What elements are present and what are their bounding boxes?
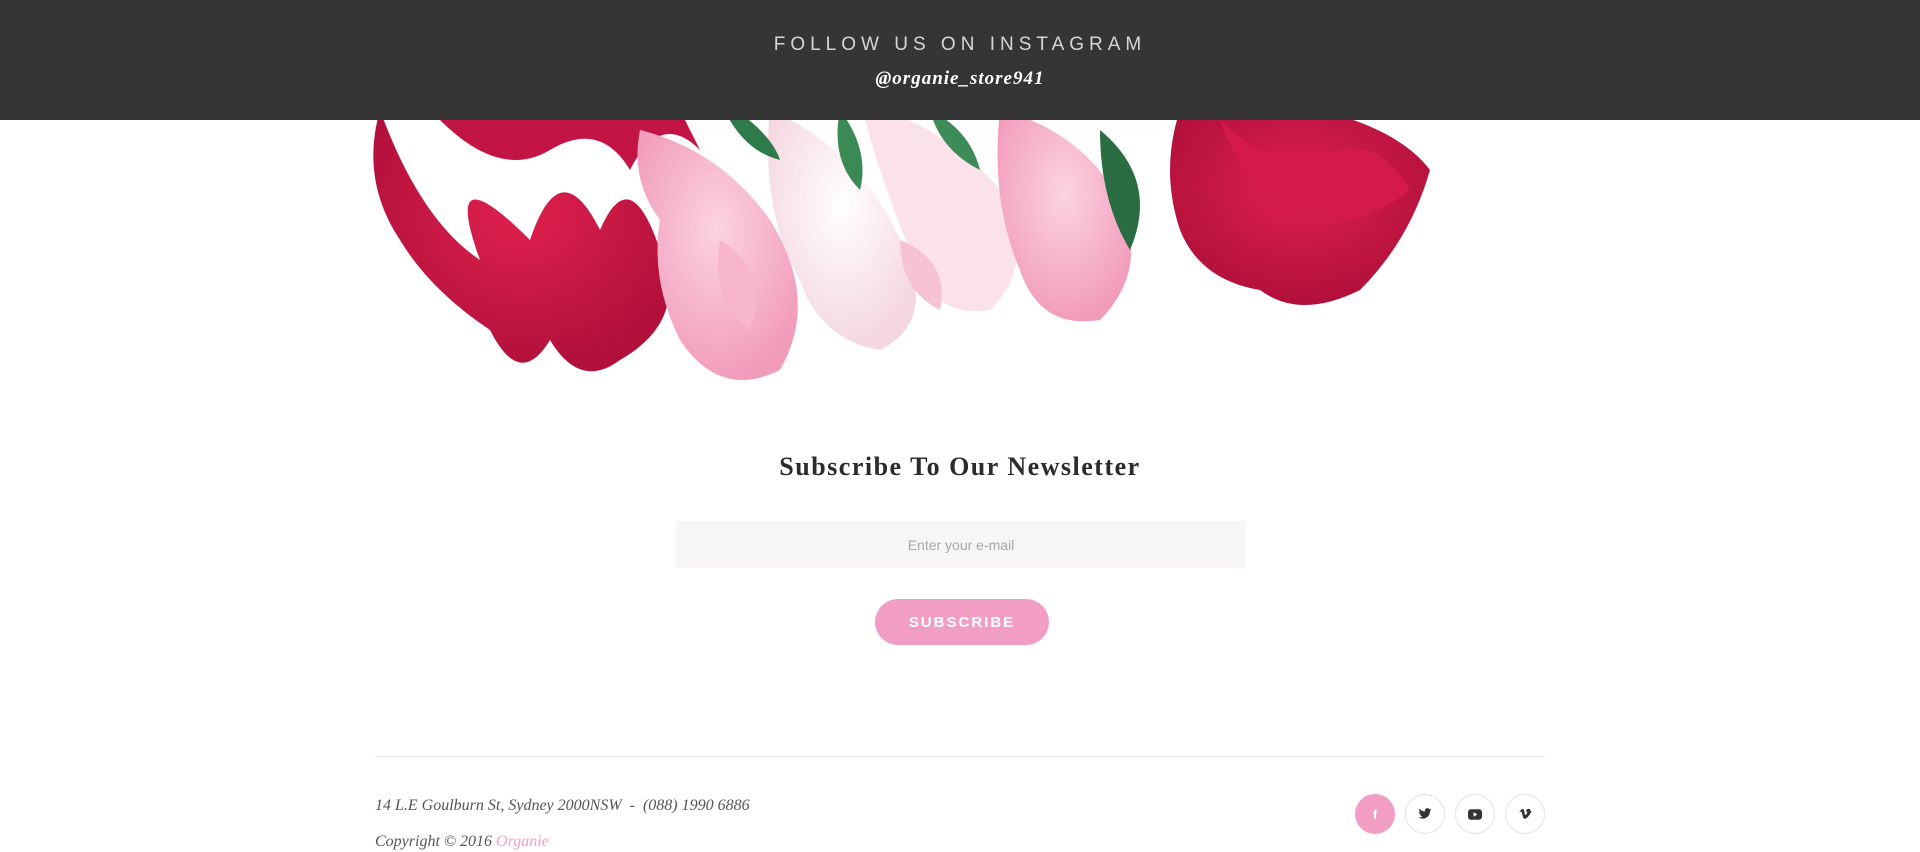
footer-address: 14 L.E Goulburn St, Sydney 2000NSW - (08… [375,797,750,814]
facebook-icon: f [1372,806,1378,822]
footer-copyright: Copyright © 2016 Organie [375,833,549,851]
youtube-icon [1468,808,1482,820]
facebook-link[interactable]: f [1355,794,1395,834]
instagram-title: FOLLOW US ON INSTAGRAM [773,34,1147,55]
footer-divider [375,756,1545,757]
newsletter-title: Subscribe To Our Newsletter [779,452,1141,481]
email-input[interactable] [676,521,1246,568]
youtube-link[interactable] [1455,794,1495,834]
brand-link[interactable]: Organie [496,833,549,850]
instagram-handle-link[interactable]: @organie_store941 [0,68,1920,90]
twitter-icon [1418,808,1432,819]
subscribe-button[interactable]: SUBSCRIBE [875,599,1049,645]
vimeo-link[interactable] [1505,794,1545,834]
vimeo-icon [1518,808,1531,819]
instagram-bar: FOLLOW US ON INSTAGRAM @organie_store941 [0,0,1920,120]
social-links: f [1355,794,1545,834]
flowers-image [310,90,1550,440]
twitter-link[interactable] [1405,794,1445,834]
copyright-text: Copyright © 2016 [375,833,497,850]
